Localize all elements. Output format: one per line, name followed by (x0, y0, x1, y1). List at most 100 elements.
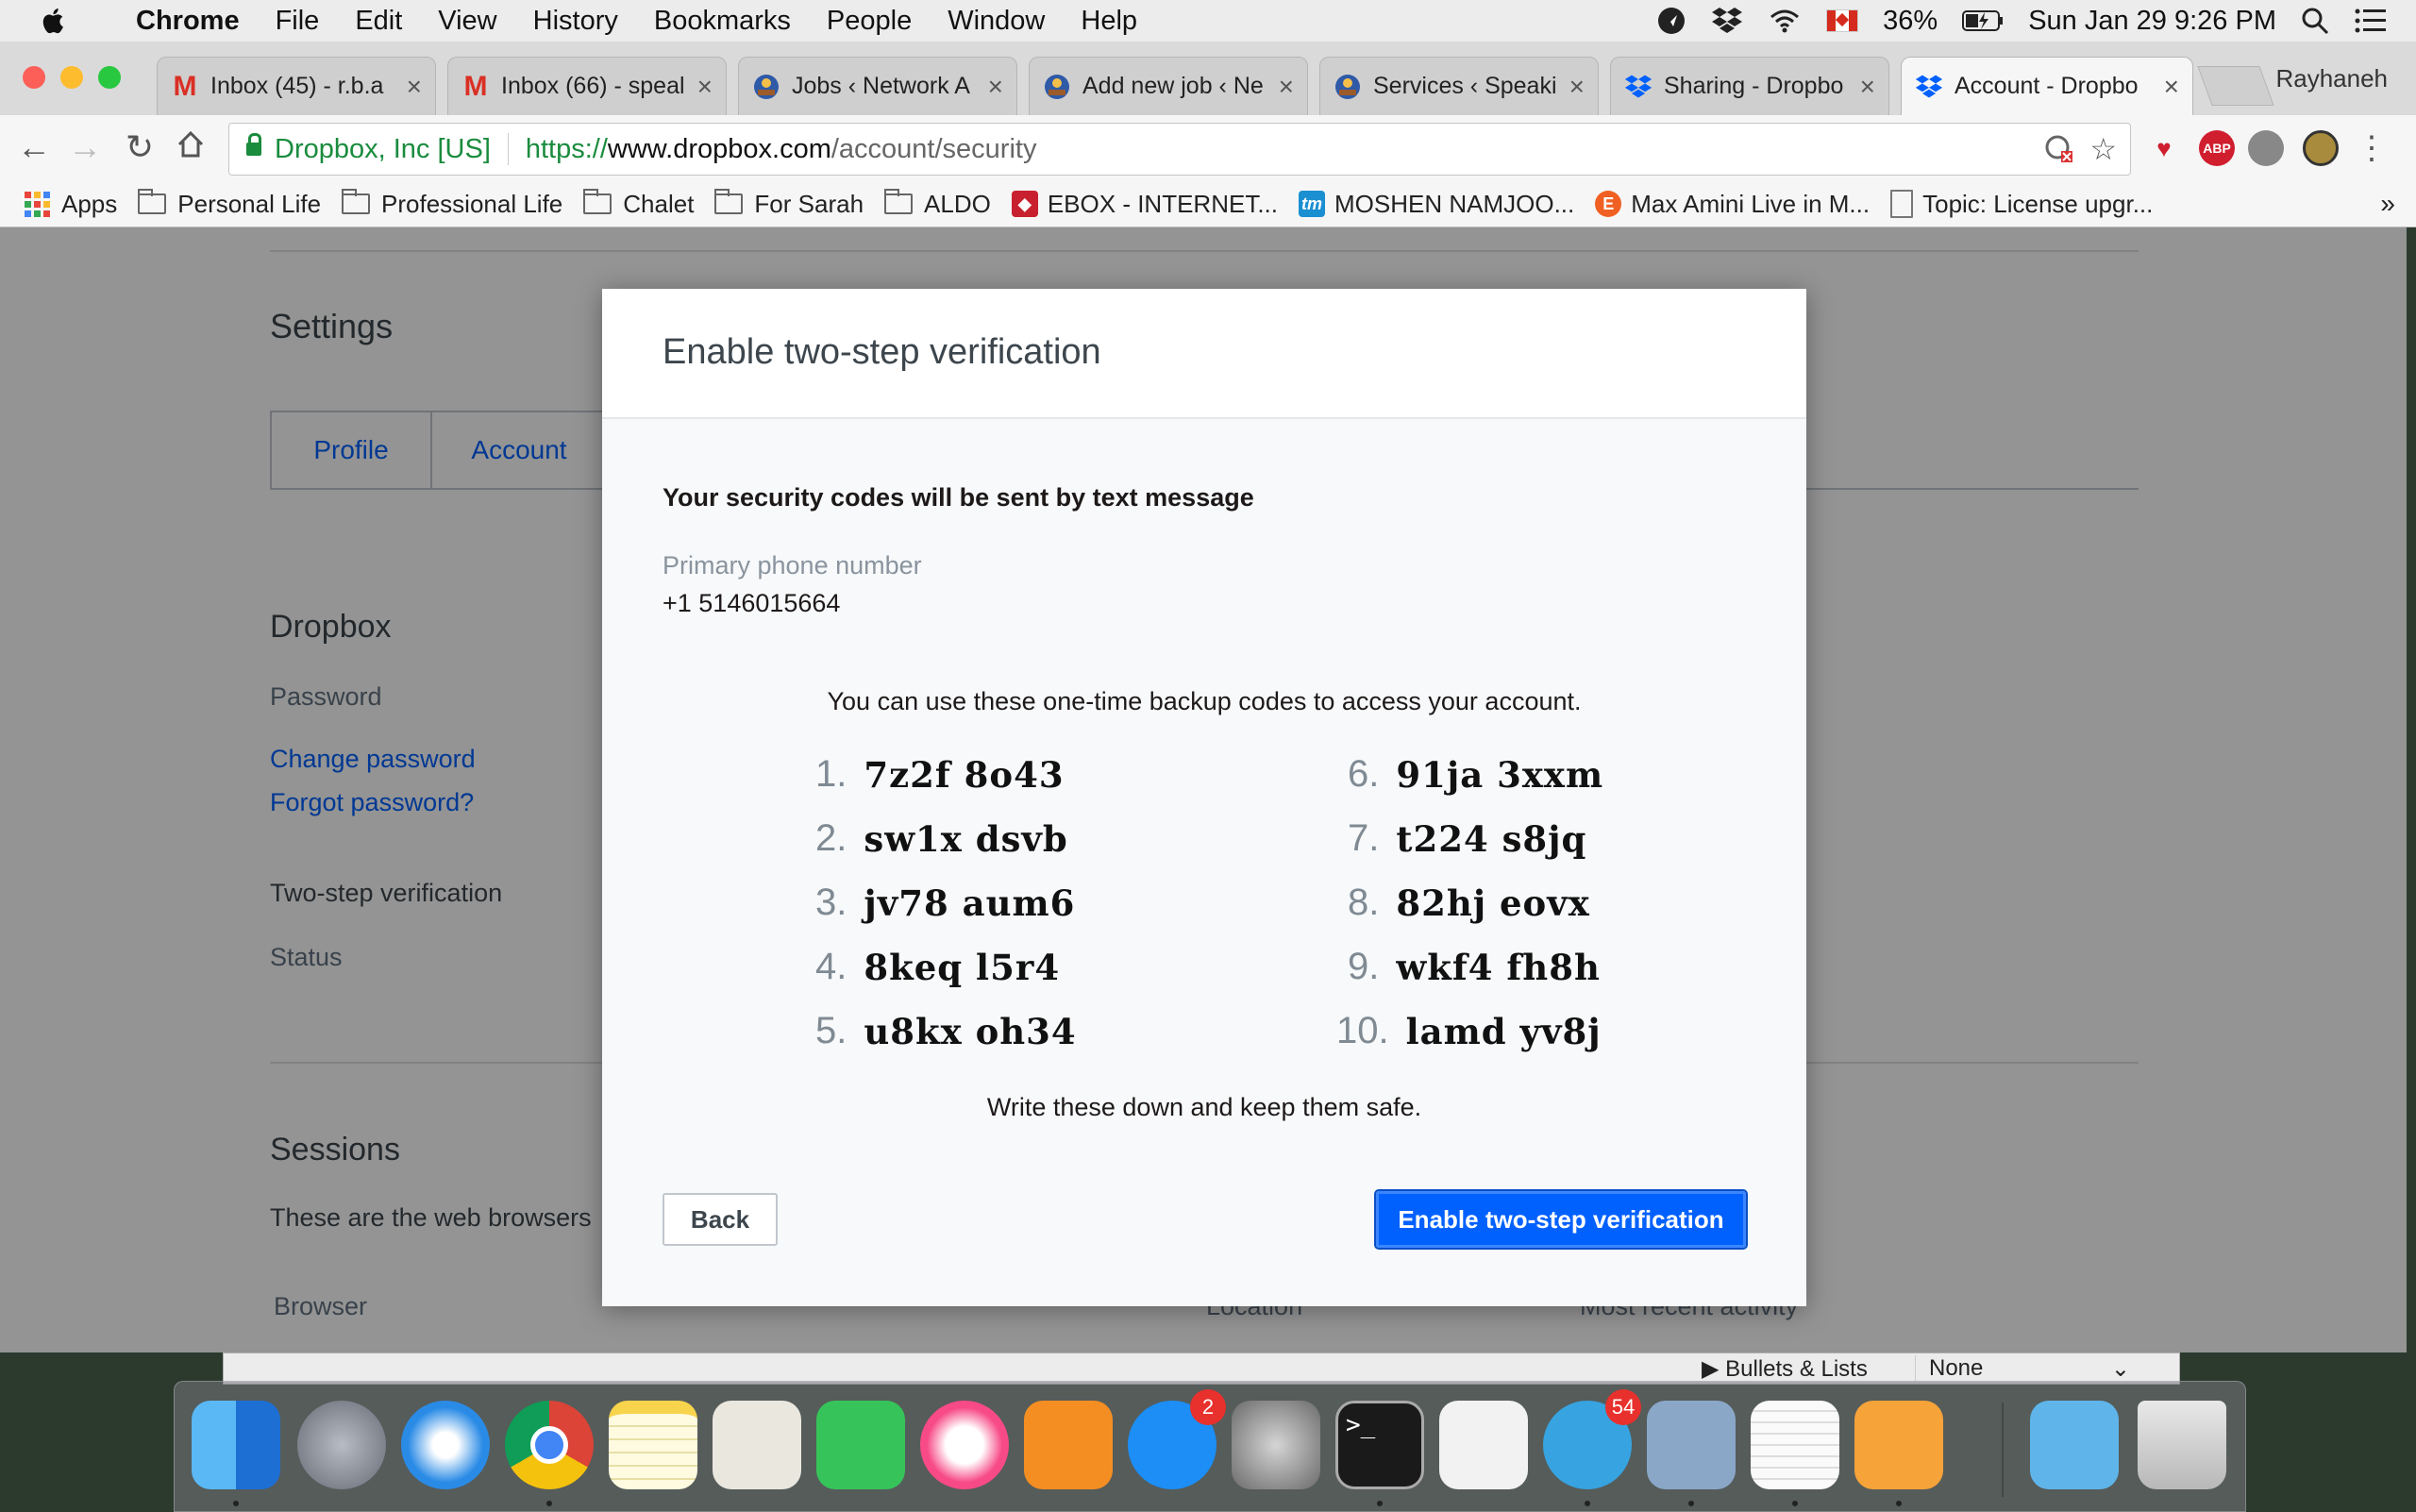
launchpad-icon[interactable] (297, 1401, 386, 1489)
textedit-icon[interactable] (1751, 1401, 1839, 1489)
bookmark-folder-for-sarah[interactable]: For Sarah (714, 189, 864, 219)
wordpress-icon (1043, 73, 1071, 101)
menu-people[interactable]: People (827, 6, 912, 37)
bookmark-folder-professional-life[interactable]: Professional Life (342, 189, 562, 219)
modal-title: Enable two-step verification (663, 332, 1101, 372)
dropbox-status-icon[interactable] (1711, 7, 1743, 35)
gmail-icon: M (173, 70, 197, 102)
adblock-icon[interactable]: ABP (2199, 130, 2235, 166)
canada-flag-icon[interactable] (1826, 9, 1859, 32)
apple-menu-icon[interactable] (38, 5, 70, 37)
spotlight-search-icon[interactable] (2301, 7, 2329, 35)
bookmark-folder-chalet[interactable]: Chalet (583, 189, 694, 219)
running-indicator (1792, 1501, 1798, 1506)
window-zoom-button[interactable] (98, 66, 121, 89)
back-arrow-icon[interactable]: ← (15, 128, 53, 166)
finder-icon[interactable] (192, 1401, 280, 1489)
chrome-icon[interactable] (505, 1401, 594, 1489)
tab-sharing-dropbox[interactable]: Sharing - Dropbo × (1610, 57, 1889, 115)
tab-close-icon[interactable]: × (1569, 72, 1585, 102)
notification-center-icon[interactable] (2354, 7, 2388, 35)
address-bar[interactable]: Dropbox, Inc [US] https://www.dropbox.co… (228, 123, 2131, 176)
back-button[interactable]: Back (663, 1193, 778, 1246)
tab-close-icon[interactable]: × (697, 72, 713, 102)
folder-icon (138, 189, 167, 214)
menu-app-name[interactable]: Chrome (136, 6, 240, 37)
itunes-icon[interactable] (920, 1401, 1009, 1489)
new-tab-button[interactable] (2197, 66, 2274, 106)
translate-blocked-icon[interactable] (2044, 134, 2074, 164)
tab-gmail-1[interactable]: M Inbox (45) - r.b.a × (157, 57, 436, 115)
safari-icon[interactable] (401, 1401, 490, 1489)
menu-history[interactable]: History (533, 6, 618, 37)
tab-add-new-job[interactable]: Add new job ‹ Ne × (1029, 57, 1308, 115)
reload-icon[interactable]: ↻ (121, 128, 159, 166)
battery-charging-icon[interactable] (1962, 9, 2004, 32)
telegram-icon[interactable]: 54 (1543, 1389, 1641, 1489)
maps-icon[interactable] (713, 1401, 801, 1489)
profile-name-button[interactable]: Rayhaneh (2275, 64, 2388, 93)
terminal-icon[interactable]: >_ (1335, 1401, 1424, 1489)
tab-account-dropbox[interactable]: Account - Dropbo × (1901, 57, 2193, 115)
menu-edit[interactable]: Edit (355, 6, 402, 37)
bookmark-folder-personal-life[interactable]: Personal Life (138, 189, 321, 219)
downloads-folder-icon[interactable] (2030, 1401, 2119, 1489)
menu-bookmarks[interactable]: Bookmarks (654, 6, 791, 37)
running-indicator (1896, 1501, 1902, 1506)
system-preferences-icon[interactable] (1232, 1401, 1320, 1489)
menu-window[interactable]: Window (948, 6, 1045, 37)
bookmark-license-topic[interactable]: Topic: License upgr... (1890, 190, 2153, 219)
tab-jobs[interactable]: Jobs ‹ Network A × (738, 57, 1017, 115)
background-window-strip: ▶ Bullets & Lists None ⌄ (223, 1352, 2180, 1385)
app-store-icon[interactable]: 2 (1128, 1389, 1226, 1489)
app-store-badge: 2 (1190, 1389, 1226, 1425)
bookmark-moshen-namjoo[interactable]: tm MOSHEN NAMJOO... (1299, 190, 1574, 219)
tab-gmail-2[interactable]: M Inbox (66) - speal × (447, 57, 727, 115)
preview-icon[interactable] (1647, 1401, 1736, 1489)
chrome-menu-icon[interactable]: ⋮ (2354, 130, 2390, 166)
dropbox-icon (1915, 73, 1943, 101)
ibooks-icon[interactable] (1024, 1401, 1113, 1489)
forward-arrow-icon[interactable]: → (66, 128, 104, 166)
facetime-icon[interactable] (816, 1401, 905, 1489)
wifi-icon[interactable] (1768, 8, 1802, 34)
bookmark-max-amini[interactable]: E Max Amini Live in M... (1595, 190, 1870, 219)
tab-close-icon[interactable]: × (1860, 72, 1875, 102)
window-close-button[interactable] (23, 66, 45, 89)
menu-help[interactable]: Help (1081, 6, 1137, 37)
backup-code-item: 8. 82hj eovx (1348, 882, 1590, 924)
video-extension-icon[interactable] (2248, 130, 2284, 166)
trash-icon[interactable] (2138, 1401, 2226, 1489)
honey-extension-icon[interactable] (2303, 130, 2339, 166)
running-indicator (1688, 1501, 1694, 1506)
address-separator (507, 133, 509, 165)
menu-view[interactable]: View (438, 6, 496, 37)
bookmark-ebox[interactable]: ◆ EBOX - INTERNET... (1011, 190, 1278, 219)
lastpass-heart-icon[interactable]: ♥ (2146, 130, 2182, 166)
bookmarks-overflow-icon[interactable]: » (2380, 189, 2395, 219)
tab-close-icon[interactable]: × (407, 72, 422, 102)
site-identity[interactable]: Dropbox, Inc [US] (275, 134, 491, 165)
bookmark-apps[interactable]: Apps (25, 190, 117, 219)
tab-close-icon[interactable]: × (2164, 72, 2179, 102)
navigation-status-icon[interactable] (1656, 6, 1686, 36)
folder-icon (714, 189, 744, 214)
numbers-icon[interactable] (1439, 1401, 1528, 1489)
running-indicator (233, 1501, 239, 1506)
tab-close-icon[interactable]: × (1279, 72, 1294, 102)
lock-icon[interactable] (246, 133, 261, 156)
enable-two-step-button[interactable]: Enable two-step verification (1374, 1189, 1748, 1250)
home-icon[interactable] (172, 128, 210, 166)
pages-icon[interactable] (1854, 1401, 1943, 1489)
menu-file[interactable]: File (276, 6, 320, 37)
bullets-select[interactable]: None ⌄ (1915, 1355, 2141, 1382)
window-minimize-button[interactable] (60, 66, 83, 89)
notes-icon[interactable] (609, 1401, 697, 1489)
menu-clock[interactable]: Sun Jan 29 9:26 PM (2028, 6, 2276, 37)
tab-services[interactable]: Services ‹ Speaki × (1319, 57, 1599, 115)
bookmark-folder-aldo[interactable]: ALDO (884, 189, 991, 219)
bookmark-star-icon[interactable]: ☆ (2089, 131, 2117, 167)
tab-close-icon[interactable]: × (988, 72, 1003, 102)
phone-label: Primary phone number (663, 551, 922, 580)
bullets-lists-label[interactable]: ▶ Bullets & Lists (1702, 1355, 1868, 1383)
